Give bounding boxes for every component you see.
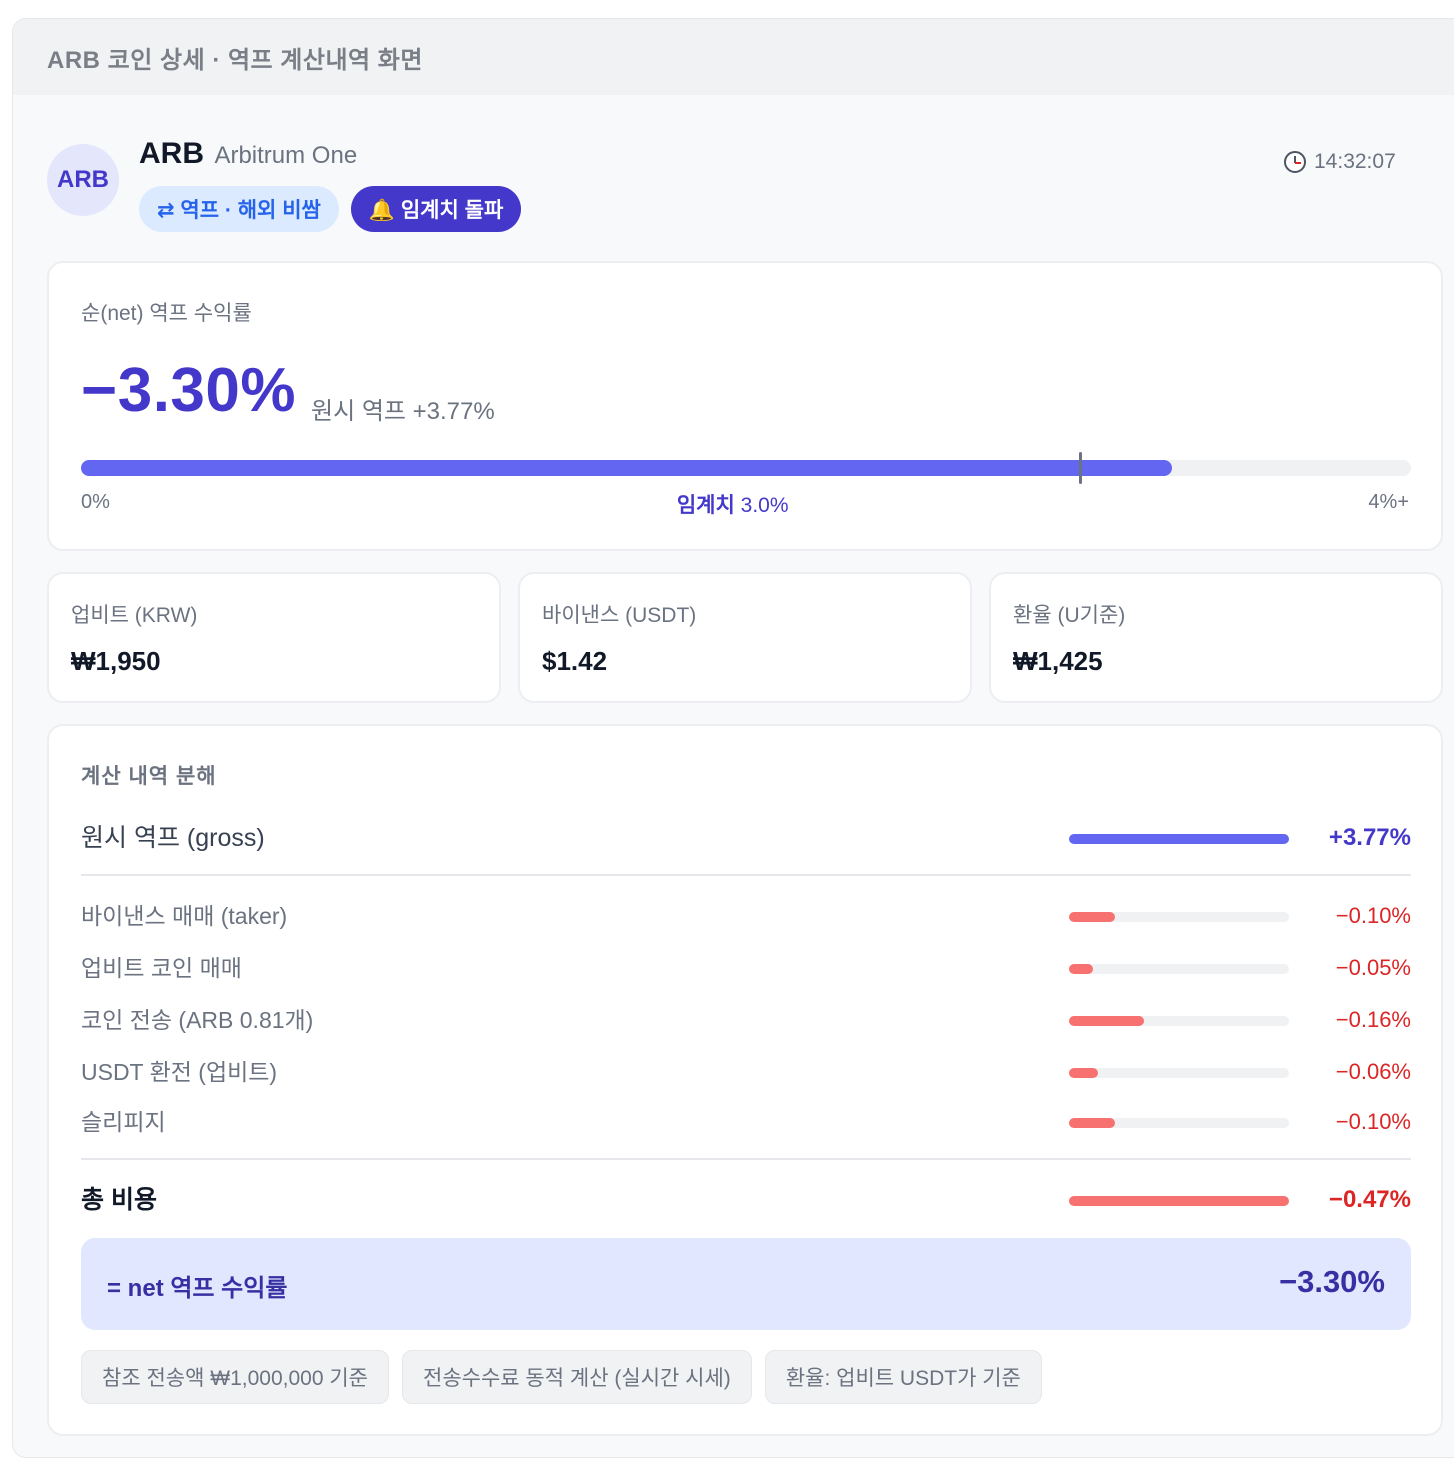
net-premium-card: 순(net) 역프 수익률 −3.30% 원시 역프 +3.77% 0% 임계치…	[47, 261, 1443, 551]
row-bar	[1069, 912, 1289, 922]
row-label: 코인 전송 (ARB 0.81개)	[81, 1007, 314, 1033]
divider	[81, 874, 1411, 876]
threshold-marker	[1078, 452, 1082, 484]
note-chip: 참조 전송액 ₩1,000,000 기준	[81, 1350, 389, 1404]
row-label: 원시 역프 (gross)	[81, 824, 265, 852]
row-bar	[1069, 1068, 1289, 1078]
clock-icon	[1284, 151, 1306, 173]
threshold-alert-badge[interactable]: 🔔 임계치 돌파	[350, 186, 522, 232]
row-label: 업비트 코인 매매	[81, 955, 242, 981]
coin-avatar: ARB	[47, 144, 119, 216]
coin-name: Arbitrum One	[214, 142, 358, 169]
breakdown-card: 계산 내역 분해 원시 역프 (gross) +3.77% 바이낸스 매매 (t…	[47, 724, 1443, 1436]
row-bar-fill	[1069, 1118, 1116, 1128]
row-label: USDT 환전 (업비트)	[81, 1059, 278, 1085]
row-bar-fill	[1069, 1068, 1098, 1078]
row-value: −0.47%	[1328, 1186, 1411, 1213]
net-result-box: = net 역프 수익률 −3.30%	[81, 1238, 1411, 1330]
premium-direction-badge[interactable]: ⇄ 역프 · 해외 비쌈	[139, 186, 339, 232]
badge-label: 🔔 임계치 돌파	[368, 199, 504, 222]
status-badges: ⇄ 역프 · 해외 비쌈 🔔 임계치 돌파	[139, 186, 522, 232]
row-bar-fill	[1069, 834, 1289, 844]
badge-label: ⇄ 역프 · 해외 비쌈	[157, 199, 321, 222]
coin-symbol: ARB	[139, 137, 204, 170]
row-value: −0.10%	[1335, 1109, 1411, 1134]
gross-premium-caption: 원시 역프 +3.77%	[311, 398, 495, 425]
calculation-notes: 참조 전송액 ₩1,000,000 기준 전송수수료 동적 계산 (실시간 시세…	[81, 1350, 1042, 1404]
time-value: 14:32:07	[1314, 150, 1396, 173]
note-chip: 환율: 업비트 USDT가 기준	[764, 1350, 1042, 1404]
cost-row: 코인 전송 (ARB 0.81개) −0.16%	[81, 1000, 1411, 1040]
note-chip: 전송수수료 동적 계산 (실시간 시세)	[402, 1350, 752, 1404]
row-value: +3.77%	[1328, 824, 1411, 851]
cost-row: USDT 환전 (업비트) −0.06%	[81, 1052, 1411, 1092]
row-bar	[1069, 1118, 1289, 1128]
window-title: ARB 코인 상세 · 역프 계산내역 화면	[13, 19, 1454, 95]
divider	[81, 1158, 1411, 1160]
price-cards: 업비트 (KRW) ₩1,950 바이낸스 (USDT) $1.42 환율 (U…	[47, 572, 1454, 703]
scale-max-label: 4%+	[1368, 491, 1409, 513]
cost-row: 슬리피지 −0.10%	[81, 1102, 1411, 1142]
net-premium-label: 순(net) 역프 수익률	[81, 302, 252, 325]
price-label: 바이낸스 (USDT)	[542, 604, 697, 627]
row-bar-fill	[1069, 1196, 1289, 1206]
row-value: −0.16%	[1335, 1007, 1411, 1032]
upbit-price-card: 업비트 (KRW) ₩1,950	[47, 572, 501, 703]
net-result-value: −3.30%	[1278, 1264, 1385, 1299]
row-label: 슬리피지	[81, 1109, 166, 1135]
threshold-label-text: 임계치	[676, 494, 735, 517]
premium-progress-fill	[81, 460, 1172, 476]
row-bar	[1069, 1016, 1289, 1026]
row-value: −0.05%	[1335, 955, 1411, 980]
scale-min-label: 0%	[81, 491, 110, 513]
coin-title: ARB Arbitrum One	[139, 137, 357, 171]
net-premium-value: −3.30%	[81, 356, 297, 425]
premium-progress-track	[81, 452, 1411, 484]
net-result-label: = net 역프 수익률	[107, 1275, 288, 1302]
cost-row: 업비트 코인 매매 −0.05%	[81, 948, 1411, 988]
price-value: ₩1,950	[71, 646, 161, 676]
row-value: −0.10%	[1335, 903, 1411, 928]
breakdown-title: 계산 내역 분해	[81, 765, 217, 788]
row-label: 바이낸스 매매 (taker)	[81, 903, 288, 929]
row-bar-fill	[1069, 964, 1094, 974]
threshold-label-value: 3.0%	[740, 494, 789, 517]
row-bar	[1069, 964, 1289, 974]
gross-row: 원시 역프 (gross) +3.77%	[81, 818, 1411, 858]
cost-row: 바이낸스 매매 (taker) −0.10%	[81, 896, 1411, 936]
threshold-label: 임계치 3.0%	[677, 489, 789, 519]
price-value: ₩1,425	[1013, 646, 1103, 676]
coin-header: ARB ARB Arbitrum One ⇄ 역프 · 해외 비쌈 🔔 임계치 …	[47, 95, 1454, 261]
total-cost-row: 총 비용 −0.47%	[81, 1180, 1411, 1220]
price-value: $1.42	[542, 646, 608, 676]
last-updated-time: 14:32:07	[1284, 150, 1396, 174]
row-bar-fill	[1069, 912, 1116, 922]
row-label: 총 비용	[81, 1186, 157, 1214]
row-value: −0.06%	[1335, 1059, 1411, 1084]
main-content: ARB ARB Arbitrum One ⇄ 역프 · 해외 비쌈 🔔 임계치 …	[13, 95, 1454, 1436]
binance-price-card: 바이낸스 (USDT) $1.42	[518, 572, 972, 703]
exchange-rate-card: 환율 (U기준) ₩1,425	[989, 572, 1443, 703]
row-bar-fill	[1069, 1016, 1144, 1026]
app-window: ARB 코인 상세 · 역프 계산내역 화면 ARB ARB Arbitrum …	[12, 18, 1454, 1458]
row-bar	[1069, 834, 1289, 844]
price-label: 업비트 (KRW)	[71, 604, 198, 627]
row-bar	[1069, 1196, 1289, 1206]
price-label: 환율 (U기준)	[1013, 604, 1126, 627]
